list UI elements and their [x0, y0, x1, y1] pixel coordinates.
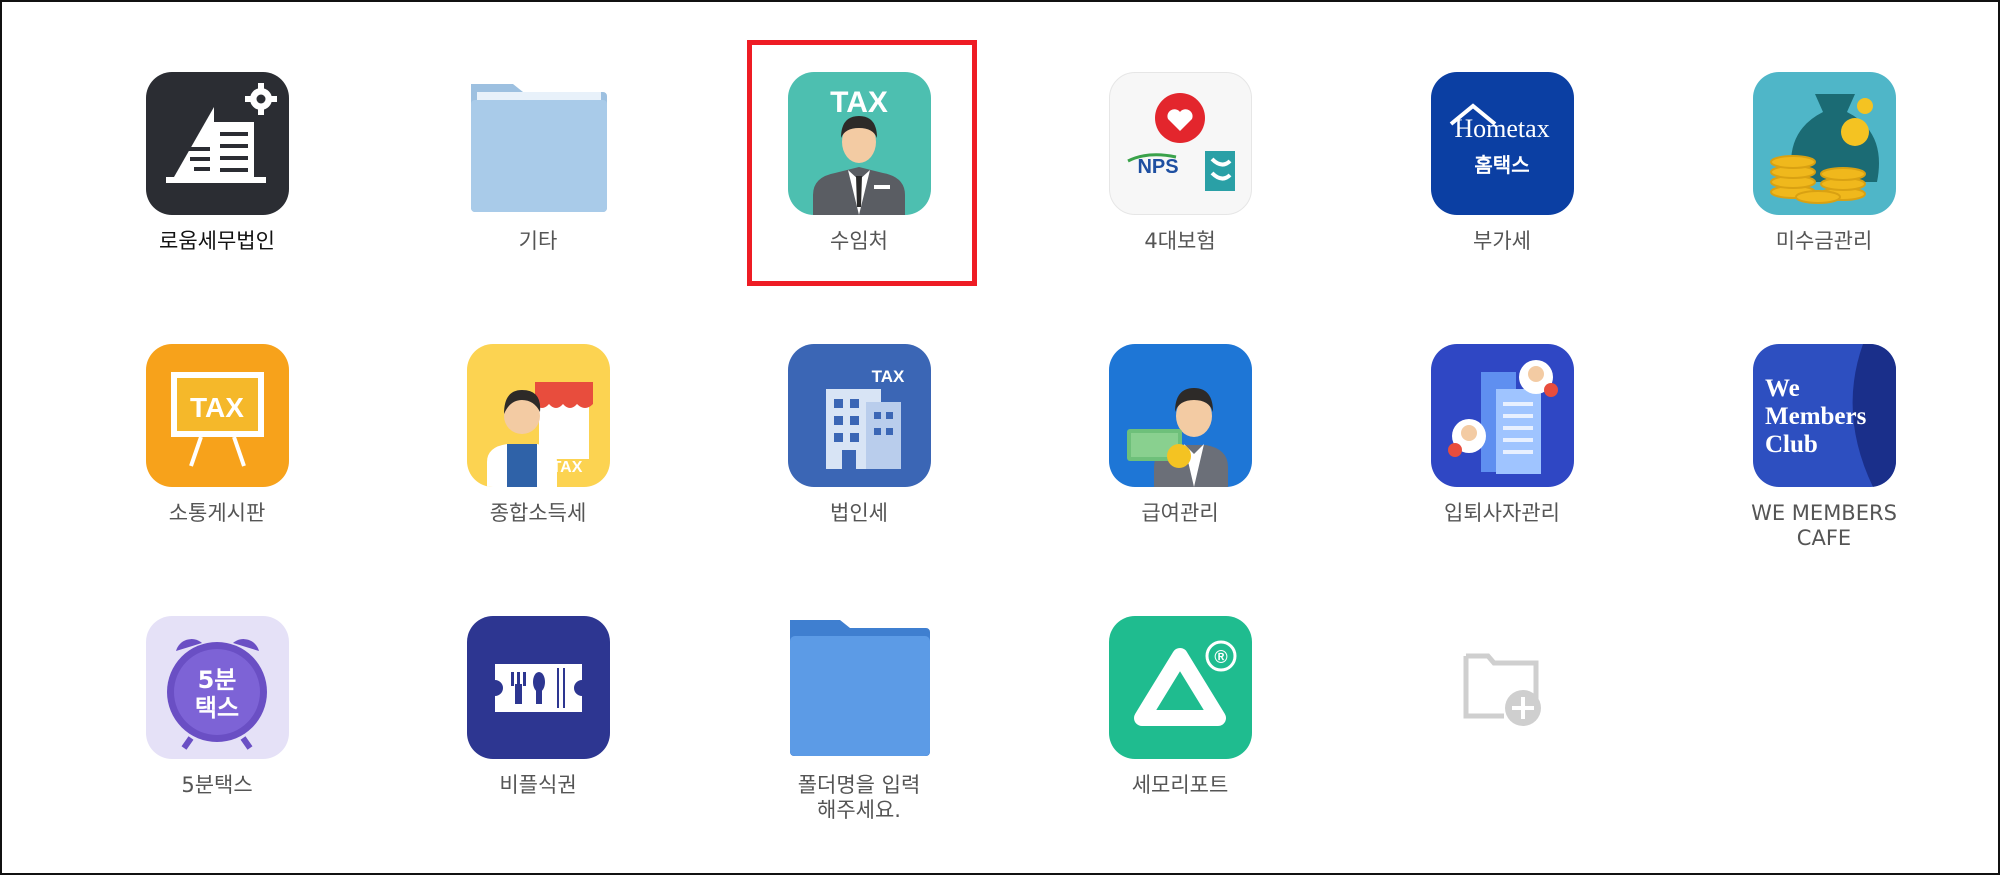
app-tile-meal[interactable]: 비플식권: [418, 616, 658, 798]
money-bag-icon: [1752, 72, 1896, 215]
icon-text-line1: We: [1765, 375, 1800, 402]
app-label: 기타: [518, 229, 558, 253]
nps-icon: NPS: [1108, 72, 1252, 215]
app-label-line2: 해주세요.: [817, 798, 901, 822]
app-label: 소통게시판: [168, 501, 266, 525]
app-tile-other[interactable]: 기타: [418, 72, 658, 254]
corporate-building-icon: TAX: [787, 344, 931, 487]
app-label: WE MEMBERS CAFE: [1704, 501, 1944, 551]
blue-folder-icon: [788, 616, 931, 759]
icon-text-line3: Club: [1765, 431, 1818, 458]
app-label: 비플식권: [499, 773, 577, 797]
icon-text: ®: [1214, 647, 1227, 667]
app-label: 4대보험: [1144, 229, 1216, 253]
semo-triangle-icon: ®: [1108, 616, 1252, 759]
icon-text: NPS: [1137, 156, 1178, 178]
app-label: 입퇴사자관리: [1444, 501, 1560, 525]
app-label: 법인세: [830, 501, 888, 525]
app-tile-income-tax[interactable]: TAX 종합소득세: [418, 344, 658, 526]
alarm-clock-icon: 5분 택스: [145, 616, 289, 759]
app-label-line2: CAFE: [1796, 526, 1852, 550]
building-settings-icon: [145, 72, 289, 215]
selection-highlight: [747, 40, 977, 286]
app-label: 미수금관리: [1775, 229, 1873, 253]
icon-text-line1: 5분: [197, 666, 236, 694]
add-folder-button[interactable]: [1382, 616, 1622, 759]
app-label-line1: WE MEMBERS: [1751, 501, 1897, 525]
app-tile-insurance[interactable]: NPS 4대보험: [1060, 72, 1300, 254]
payroll-person-icon: [1108, 344, 1252, 487]
icon-text: TAX: [871, 367, 904, 386]
folder-icon: [467, 72, 610, 215]
app-label-line1: 폴더명을 입력: [797, 773, 921, 797]
shop-owner-icon: TAX: [466, 344, 610, 487]
icon-text: TAX: [190, 392, 244, 423]
app-label: 부가세: [1473, 229, 1531, 253]
icon-text-korean: 홈택스: [1474, 153, 1529, 177]
app-tile-we-members[interactable]: We Members Club WE MEMBERS CAFE: [1704, 344, 1944, 551]
app-tile-new-folder[interactable]: 폴더명을 입력 해주세요.: [739, 616, 979, 823]
tax-board-icon: TAX: [145, 344, 289, 487]
app-label: 5분택스: [181, 773, 253, 797]
icon-text-line2: 택스: [194, 694, 238, 722]
app-tile-board[interactable]: TAX 소통게시판: [97, 344, 337, 526]
meal-ticket-icon: [466, 616, 610, 759]
app-label: 로움세무법인: [159, 229, 275, 253]
app-tile-hr[interactable]: 입퇴사자관리: [1382, 344, 1622, 526]
app-tile-corp-tax[interactable]: TAX 법인세: [739, 344, 979, 526]
app-tile-payroll[interactable]: 급여관리: [1060, 344, 1300, 526]
app-tile-5min-tax[interactable]: 5분 택스 5분택스: [97, 616, 337, 798]
app-tile-roum[interactable]: 로움세무법인: [97, 72, 337, 254]
app-tile-receivables[interactable]: 미수금관리: [1704, 72, 1944, 254]
icon-text-line2: Members: [1765, 403, 1867, 430]
app-tile-semo-report[interactable]: ® 세모리포트: [1060, 616, 1300, 798]
icon-text: Hometax: [1454, 114, 1549, 143]
employee-building-icon: [1430, 344, 1574, 487]
app-label: 폴더명을 입력 해주세요.: [739, 773, 979, 823]
hometax-icon: Hometax 홈택스: [1430, 72, 1574, 215]
add-folder-icon: [1431, 616, 1574, 759]
app-label: 급여관리: [1141, 501, 1219, 525]
we-members-club-icon: We Members Club: [1752, 344, 1896, 487]
app-launcher-panel: 로움세무법인 기타 TAX 수임처 NPS 4대보험 Hometax 홈택스 부…: [0, 0, 2000, 875]
app-label: 종합소득세: [489, 501, 587, 525]
app-label: 세모리포트: [1131, 773, 1229, 797]
app-tile-vat[interactable]: Hometax 홈택스 부가세: [1382, 72, 1622, 254]
